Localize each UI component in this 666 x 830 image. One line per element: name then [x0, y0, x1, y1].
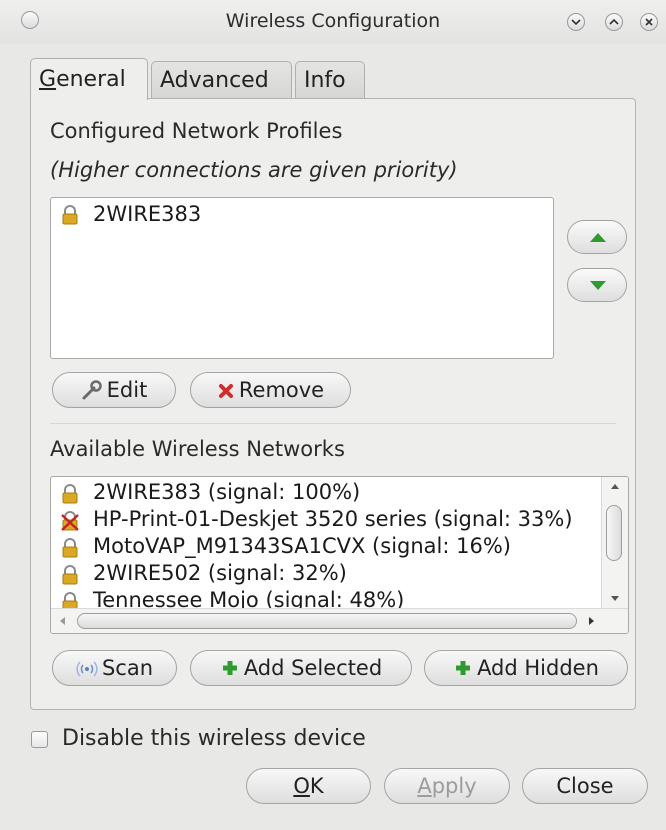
add-hidden-label: Add Hidden — [477, 656, 599, 680]
remove-button[interactable]: Remove — [190, 372, 351, 408]
chevron-down-icon — [571, 19, 581, 26]
add-selected-label: Add Selected — [243, 656, 383, 680]
vertical-scroll-thumb[interactable] — [606, 505, 622, 561]
arrow-up-icon — [590, 233, 606, 242]
close-button[interactable]: Close — [522, 768, 648, 804]
network-text: HP-Print-01-Deskjet 3520 series (signal:… — [93, 507, 573, 531]
list-item[interactable]: HP-Print-01-Deskjet 3520 series (signal:… — [51, 506, 602, 533]
lock-icon — [62, 484, 78, 504]
available-heading: Available Wireless Networks — [50, 437, 345, 461]
lock-icon — [62, 538, 78, 558]
edit-label: Edit — [106, 378, 148, 402]
wireless-icon — [76, 661, 98, 677]
close-window-button[interactable] — [640, 13, 658, 31]
available-list-viewport: 2WIRE383 (signal: 100%) HP-Print-01-Desk… — [51, 479, 602, 611]
horizontal-scroll-thumb[interactable] — [77, 613, 577, 629]
list-item[interactable]: MotoVAP_M91343SA1CVX (signal: 16%) — [51, 533, 602, 560]
available-networks-list[interactable]: 2WIRE383 (signal: 100%) HP-Print-01-Desk… — [50, 476, 629, 634]
network-text: 2WIRE502 (signal: 32%) — [93, 561, 347, 585]
minimize-button[interactable] — [567, 13, 585, 31]
vertical-scrollbar[interactable] — [601, 477, 628, 610]
remove-icon — [218, 384, 233, 398]
list-item[interactable]: 2WIRE383 (signal: 100%) — [51, 479, 602, 506]
move-down-button[interactable] — [567, 268, 627, 302]
chevron-up-icon — [609, 18, 619, 25]
scroll-left-icon[interactable] — [55, 609, 69, 633]
scan-button[interactable]: Scan — [52, 650, 177, 686]
apply-mnemonic: A — [417, 774, 432, 798]
disable-device-label[interactable]: Disable this wireless device — [62, 726, 366, 751]
tab-general-mnemonic: G — [39, 67, 57, 92]
section-divider — [50, 423, 616, 424]
horizontal-scrollbar[interactable] — [51, 608, 628, 633]
tab-advanced[interactable]: Advanced — [151, 61, 292, 99]
apply-label: pply — [431, 774, 477, 798]
close-icon — [645, 18, 653, 26]
title-bar: Wireless Configuration — [0, 0, 666, 44]
lock-icon — [62, 205, 78, 225]
scroll-down-icon[interactable] — [603, 592, 627, 606]
plus-icon — [456, 661, 471, 675]
profiles-subheading: (Higher connections are given priority) — [50, 158, 458, 182]
remove-label: Remove — [238, 378, 325, 402]
tab-advanced-label: Advanced — [160, 68, 269, 93]
list-item[interactable]: 2WIRE383 — [51, 200, 553, 228]
ok-mnemonic: O — [293, 774, 310, 798]
ok-label: K — [309, 774, 324, 798]
disable-device-checkbox[interactable] — [31, 731, 48, 748]
apply-button[interactable]: Apply — [384, 768, 510, 804]
edit-button[interactable]: Edit — [52, 372, 176, 408]
maximize-button[interactable] — [605, 13, 623, 31]
ok-button[interactable]: OK — [246, 768, 371, 804]
scroll-up-icon[interactable] — [603, 479, 627, 493]
network-text: MotoVAP_M91343SA1CVX (signal: 16%) — [93, 534, 511, 558]
tab-general-label: eneral — [56, 67, 126, 92]
scan-label: Scan — [101, 656, 154, 680]
move-up-button[interactable] — [567, 220, 627, 254]
lock-icon — [62, 565, 78, 585]
add-hidden-button[interactable]: Add Hidden — [424, 650, 628, 686]
tab-info-label: Info — [304, 68, 346, 93]
profiles-heading: Configured Network Profiles — [50, 119, 343, 143]
tab-general[interactable]: General — [30, 58, 148, 100]
add-selected-button[interactable]: Add Selected — [190, 650, 412, 686]
arrow-down-icon — [590, 281, 606, 290]
wrench-icon — [82, 380, 102, 400]
tab-info[interactable]: Info — [295, 61, 365, 99]
close-label: Close — [556, 774, 614, 798]
network-text: 2WIRE383 (signal: 100%) — [93, 480, 361, 504]
unsecured-icon — [61, 511, 79, 531]
plus-icon — [222, 661, 237, 675]
profile-name: 2WIRE383 — [93, 202, 202, 226]
list-item[interactable]: 2WIRE502 (signal: 32%) — [51, 560, 602, 587]
profiles-list[interactable]: 2WIRE383 — [50, 197, 554, 359]
scroll-right-icon[interactable] — [585, 609, 599, 633]
